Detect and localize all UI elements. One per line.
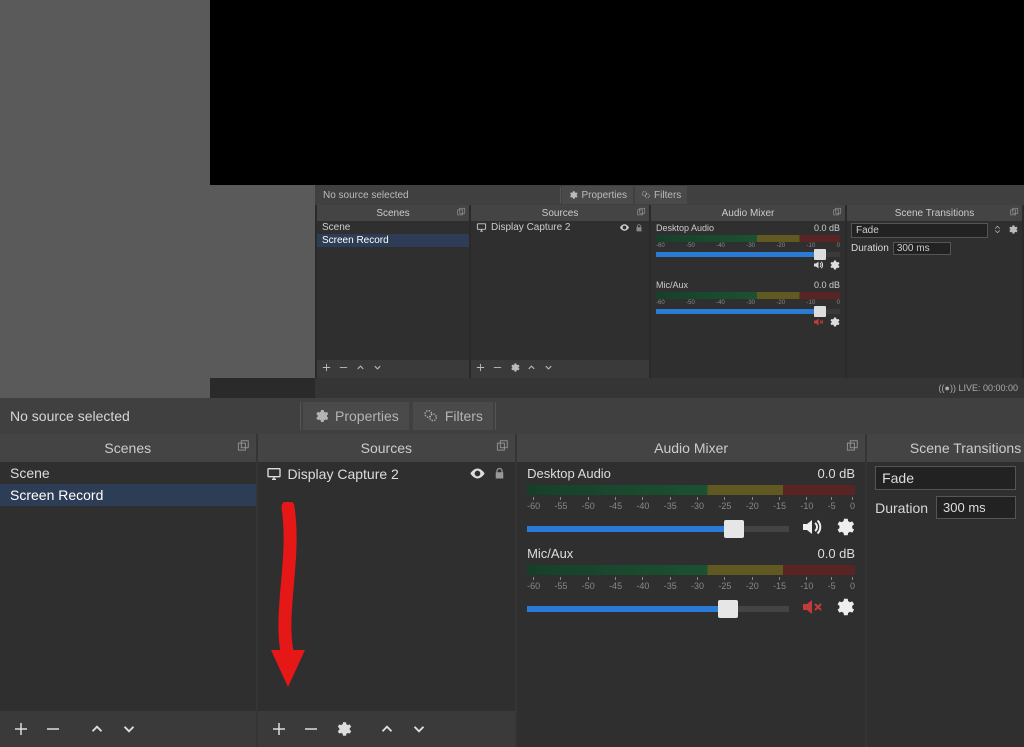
lock-toggle[interactable]	[492, 466, 507, 481]
filters-button[interactable]: Filters	[413, 402, 493, 430]
chevron-down-icon[interactable]	[372, 360, 383, 378]
gear-icon[interactable]	[828, 259, 840, 274]
popout-icon[interactable]	[636, 207, 646, 219]
gear-icon	[568, 190, 578, 200]
chevron-up-icon[interactable]	[526, 360, 537, 378]
visibility-toggle[interactable]	[469, 465, 486, 482]
audio-meter	[527, 565, 855, 575]
audio-meter	[527, 485, 855, 495]
track-settings-button[interactable]	[833, 596, 855, 621]
plus-icon[interactable]	[321, 360, 332, 378]
scenes-header: Scenes	[0, 434, 256, 462]
popout-icon[interactable]	[1009, 207, 1019, 219]
scenes-toolbar	[0, 711, 256, 747]
chevron-up-icon[interactable]	[355, 360, 366, 378]
transition-select[interactable]: Fade	[875, 466, 1016, 490]
sources-header: Sources	[258, 434, 516, 462]
audio-mixer-panel: Audio Mixer Desktop Audio 0.0 dB -60-55-…	[517, 434, 865, 747]
scene-move-up-button[interactable]	[82, 715, 112, 743]
popout-icon[interactable]	[456, 207, 466, 219]
popout-icon[interactable]	[495, 439, 509, 456]
plus-icon[interactable]	[475, 360, 486, 378]
sources-list[interactable]: Display Capture 2	[258, 462, 516, 711]
add-source-button[interactable]	[264, 715, 294, 743]
minus-icon[interactable]	[492, 360, 503, 378]
mid-filters-button[interactable]: Filters	[635, 186, 687, 204]
add-scene-button[interactable]	[6, 715, 36, 743]
mid-duration-input[interactable]	[893, 242, 951, 255]
speaker-icon[interactable]	[799, 515, 823, 542]
speaker-icon[interactable]	[812, 259, 824, 274]
obs-main-window: No source selected Properties Filters Sc…	[0, 398, 1024, 747]
gear-icon[interactable]	[509, 360, 520, 378]
mid-scene-item-selected[interactable]: Screen Record	[317, 234, 469, 247]
monitor-icon	[476, 222, 487, 233]
gear-icon	[313, 408, 329, 424]
popout-icon[interactable]	[236, 439, 250, 456]
remove-source-button[interactable]	[296, 715, 326, 743]
gear-icon[interactable]	[828, 316, 840, 331]
audio-track-db: 0.0 dB	[818, 546, 856, 561]
mid-source-item[interactable]: Display Capture 2	[471, 221, 649, 234]
source-move-down-button[interactable]	[404, 715, 434, 743]
mid-transition-select[interactable]: Fade	[851, 223, 988, 238]
lock-icon[interactable]	[634, 223, 644, 233]
source-move-up-button[interactable]	[372, 715, 402, 743]
mid-live-status: ((●)) LIVE: 00:00:00	[939, 383, 1018, 393]
audio-mixer-header: Audio Mixer	[517, 434, 865, 462]
no-source-selected-label: No source selected	[0, 408, 140, 424]
chevron-down-icon[interactable]	[543, 360, 554, 378]
scene-move-down-button[interactable]	[114, 715, 144, 743]
mid-no-source-label: No source selected	[315, 190, 417, 201]
duration-input[interactable]	[936, 496, 1016, 519]
source-properties-button[interactable]	[328, 715, 358, 743]
obs-context-toolbar: No source selected Properties Filters	[0, 398, 1024, 434]
mid-transitions-panel: Scene Transitions Fade Duration	[847, 205, 1022, 378]
popout-icon[interactable]	[845, 439, 859, 456]
audio-tick-labels: -60-55-50-45-40-35-30-25-20-15-10-50	[527, 497, 855, 511]
eye-icon[interactable]	[619, 222, 630, 233]
volume-slider[interactable]	[527, 526, 789, 532]
audio-track-name: Desktop Audio	[527, 466, 611, 481]
scene-transitions-panel: Scene Transitions Fade Duration	[867, 434, 1024, 747]
transitions-header: Scene Transitions	[867, 434, 1024, 462]
filters-icon	[423, 408, 439, 424]
properties-button[interactable]: Properties	[303, 402, 409, 430]
monitor-icon	[266, 466, 282, 482]
track-settings-button[interactable]	[833, 516, 855, 541]
audio-tick-labels: -60-55-50-45-40-35-30-25-20-15-10-50	[527, 577, 855, 591]
mid-audio-mixer-panel: Audio Mixer Desktop Audio0.0 dB -60-50-4…	[651, 205, 845, 378]
sources-toolbar	[258, 711, 516, 747]
filters-icon	[641, 190, 651, 200]
gear-icon[interactable]	[1007, 224, 1018, 238]
popout-icon[interactable]	[832, 207, 842, 219]
source-item[interactable]: Display Capture 2	[258, 462, 516, 485]
scenes-panel: Scenes Scene Screen Record	[0, 434, 256, 747]
minus-icon[interactable]	[338, 360, 349, 378]
audio-track-name: Mic/Aux	[527, 546, 573, 561]
speaker-mute-icon[interactable]	[799, 595, 823, 622]
mid-scenes-panel: Scenes Scene Screen Record	[317, 205, 469, 378]
mid-sources-panel: Sources Display Capture 2	[471, 205, 649, 378]
scene-item[interactable]: Scene	[0, 462, 256, 484]
speaker-mute-icon[interactable]	[812, 316, 824, 331]
scene-item-selected[interactable]: Screen Record	[0, 484, 256, 506]
sources-panel: Sources Display Capture 2	[258, 434, 516, 747]
source-item-label: Display Capture 2	[288, 466, 399, 482]
audio-track-mic: Mic/Aux 0.0 dB -60-55-50-45-40-35-30-25-…	[517, 542, 865, 622]
updown-icon[interactable]	[992, 224, 1003, 238]
mid-scene-item[interactable]: Scene	[317, 221, 469, 234]
volume-slider[interactable]	[527, 606, 789, 612]
duration-label: Duration	[875, 500, 928, 516]
mid-properties-button[interactable]: Properties	[562, 186, 633, 204]
scenes-list[interactable]: Scene Screen Record	[0, 462, 256, 711]
nested-preview-level1: No source selected Properties Filters Sc…	[210, 0, 1024, 398]
remove-scene-button[interactable]	[38, 715, 68, 743]
audio-track-db: 0.0 dB	[818, 466, 856, 481]
audio-track-desktop: Desktop Audio 0.0 dB -60-55-50-45-40-35-…	[517, 462, 865, 542]
